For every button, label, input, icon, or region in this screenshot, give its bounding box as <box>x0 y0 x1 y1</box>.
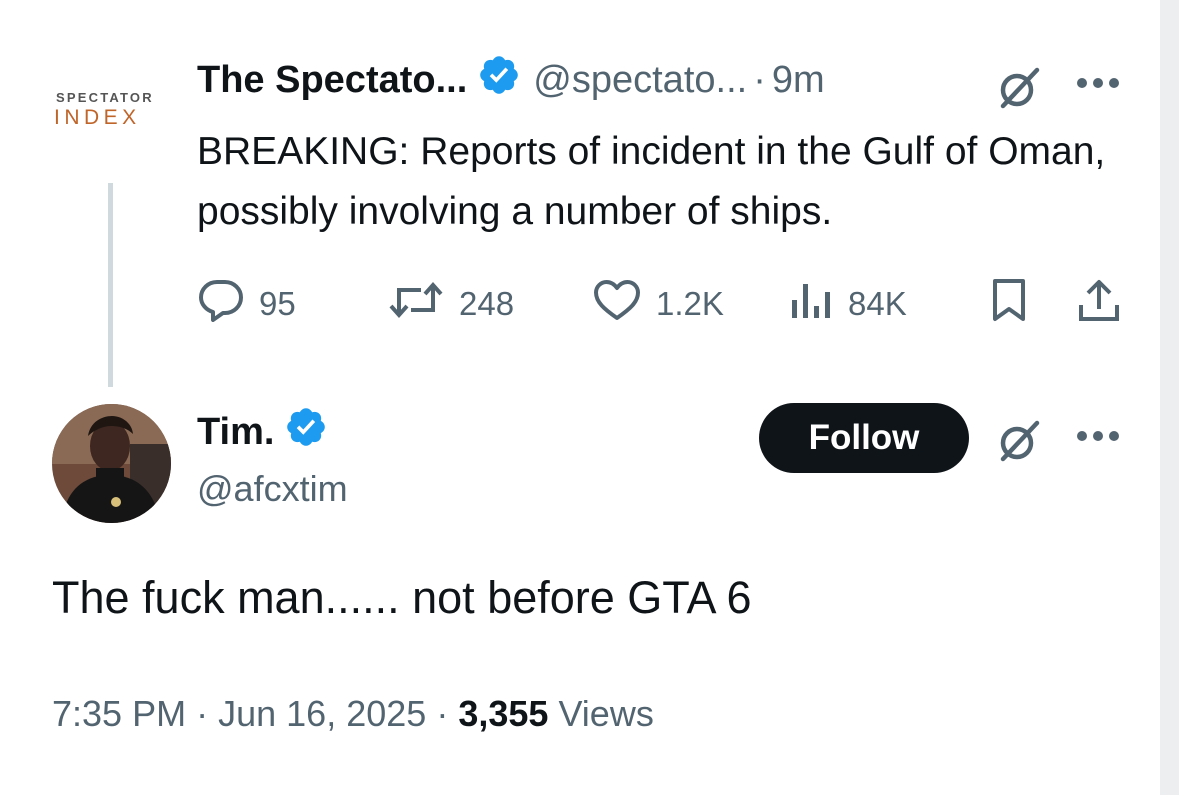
grok-icon[interactable] <box>993 62 1045 119</box>
main-tweet-author: Tim. <box>197 407 328 457</box>
analytics-bars-icon <box>788 278 834 330</box>
tweet-metadata: 7:35 PM · Jun 16, 2025 · 3,355 Views <box>52 693 654 735</box>
follow-button[interactable]: Follow <box>759 403 969 473</box>
grok-icon[interactable] <box>993 415 1045 472</box>
parent-tweet-header: The Spectato... @spectato... · 9m <box>197 55 825 105</box>
avatar[interactable] <box>52 404 171 523</box>
heart-icon <box>592 278 642 330</box>
tweet-date[interactable]: Jun 16, 2025 <box>218 693 426 734</box>
repost-button[interactable]: 248 <box>387 280 514 328</box>
reply-count: 95 <box>259 285 296 322</box>
parent-tweet-text: BREAKING: Reports of incident in the Gul… <box>197 130 1106 233</box>
avatar-logo-line2: INDEX <box>54 106 141 129</box>
avatar-logo-line1: SPECTATOR <box>56 90 154 105</box>
bookmark-icon <box>988 277 1030 331</box>
main-handle[interactable]: @afcxtim <box>197 468 348 510</box>
views-total: 3,355 <box>458 693 549 734</box>
main-display-name[interactable]: Tim. <box>197 411 274 454</box>
verified-badge-icon <box>477 53 521 107</box>
main-tweet-text: The fuck man...... not before GTA 6 <box>52 572 752 623</box>
views-button[interactable]: 84K <box>788 280 907 328</box>
verified-badge-icon <box>284 405 328 459</box>
share-icon <box>1075 277 1123 331</box>
tweet-time[interactable]: 7:35 PM <box>52 693 186 734</box>
separator-dot: · <box>753 58 766 101</box>
views-label: Views <box>558 693 654 734</box>
parent-handle[interactable]: @spectato... <box>533 59 747 102</box>
views-count: 84K <box>848 285 907 322</box>
parent-display-name[interactable]: The Spectato... <box>197 59 467 102</box>
more-options-icon[interactable] <box>1075 76 1121 95</box>
bookmark-button[interactable] <box>988 277 1030 331</box>
thread-connector-line <box>108 183 113 387</box>
repost-icon <box>387 278 445 330</box>
separator-dot: · <box>436 693 449 734</box>
spectator-index-avatar[interactable]: SPECTATOR INDEX <box>52 80 170 160</box>
reply-button[interactable]: 95 <box>197 280 296 328</box>
repost-count: 248 <box>459 285 515 322</box>
scrollbar[interactable] <box>1160 0 1179 795</box>
more-options-icon[interactable] <box>1075 429 1121 448</box>
share-button[interactable] <box>1075 280 1123 328</box>
like-count: 1.2K <box>656 285 724 322</box>
separator-dot: · <box>196 693 209 734</box>
like-button[interactable]: 1.2K <box>592 280 724 328</box>
reply-icon <box>197 278 245 330</box>
parent-time[interactable]: 9m <box>772 59 825 102</box>
